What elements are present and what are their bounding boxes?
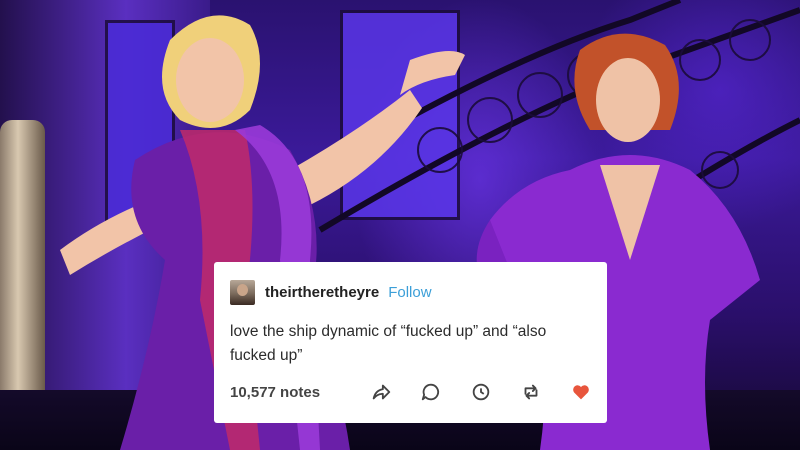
username[interactable]: theirtheretheyre [265, 284, 379, 301]
post-header: theirtheretheyre Follow [230, 278, 593, 306]
reply-bubble-icon[interactable] [419, 380, 443, 404]
post-actions [343, 380, 593, 404]
decorative-vase [0, 120, 45, 420]
heart-icon[interactable] [569, 380, 593, 404]
follow-button[interactable]: Follow [388, 284, 431, 301]
share-arrow-icon[interactable] [369, 380, 393, 404]
reblog-icon[interactable] [519, 380, 543, 404]
tumblr-post-card: theirtheretheyre Follow love the ship dy… [214, 262, 607, 423]
background-photo: theirtheretheyre Follow love the ship dy… [0, 0, 800, 450]
post-footer: 10,577 notes [230, 379, 593, 405]
clock-icon[interactable] [469, 380, 493, 404]
post-text: love the ship dynamic of “fucked up” and… [230, 323, 547, 364]
avatar[interactable] [230, 279, 255, 305]
notes-count[interactable]: 10,577 notes [230, 384, 343, 401]
